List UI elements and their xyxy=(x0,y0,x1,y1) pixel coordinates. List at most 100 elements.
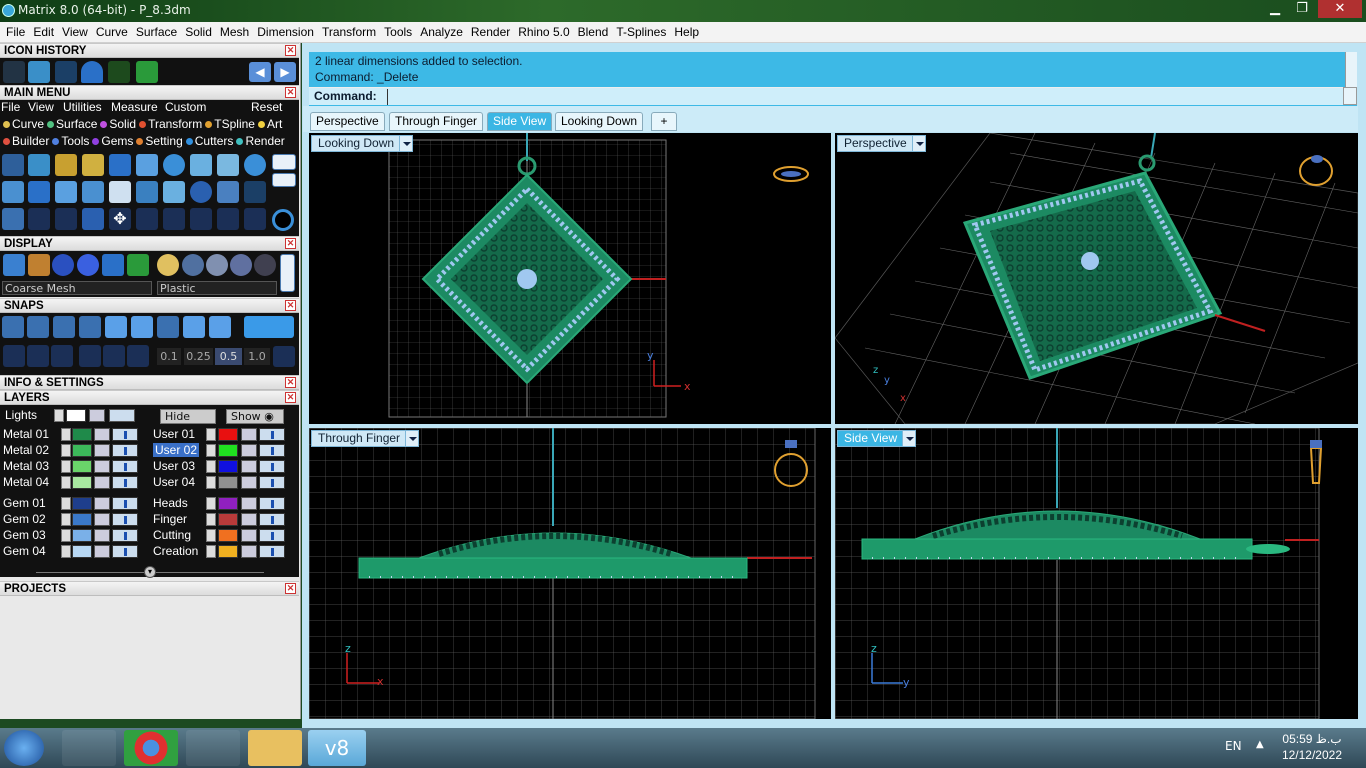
dropdown-arrow-icon[interactable] xyxy=(911,136,925,151)
tab-side-view[interactable]: Side View xyxy=(487,112,553,131)
mm-measure[interactable]: Measure xyxy=(111,100,158,114)
layer-row[interactable]: User 03 xyxy=(153,459,293,474)
visibility-icon[interactable] xyxy=(112,444,138,457)
history-scrollbar[interactable] xyxy=(1345,52,1357,87)
layer-row[interactable]: User 04 xyxy=(153,475,293,490)
layer-color-swatch[interactable] xyxy=(218,460,238,473)
smart-track-icon[interactable] xyxy=(127,345,149,367)
clock[interactable]: 05:59 ب.ظ 12/12/2022 xyxy=(1282,731,1342,763)
matrix-app-icon[interactable]: v8 xyxy=(308,730,366,766)
menu-curve[interactable]: Curve xyxy=(92,25,132,39)
viewport-looking-down[interactable]: y x Looking Down xyxy=(309,133,831,424)
ring-builder-icon[interactable] xyxy=(2,154,24,176)
line-snap-icon[interactable] xyxy=(51,345,73,367)
array-tool-icon[interactable] xyxy=(55,61,77,83)
close-icon[interactable]: ✕ xyxy=(285,300,296,311)
close-icon[interactable]: ✕ xyxy=(285,583,296,594)
environment-icon[interactable] xyxy=(102,254,124,276)
lock-icon[interactable] xyxy=(241,513,257,526)
expand-arrow-icon[interactable] xyxy=(206,497,216,510)
profile-icon[interactable] xyxy=(217,154,239,176)
start-button[interactable] xyxy=(4,730,44,766)
expand-arrow-icon[interactable] xyxy=(61,444,71,457)
cat-art[interactable]: Art xyxy=(255,117,282,131)
quad-snap-icon[interactable] xyxy=(209,316,231,338)
lights-color-swatch[interactable] xyxy=(66,409,86,422)
cutter-icon[interactable] xyxy=(190,154,212,176)
tan-snap-icon[interactable] xyxy=(183,316,205,338)
mesh-select[interactable]: Coarse Mesh xyxy=(2,281,152,295)
visibility-icon[interactable] xyxy=(259,476,285,489)
snap-value-025[interactable]: 0.25 xyxy=(184,348,213,365)
menu-view[interactable]: View xyxy=(58,25,92,39)
lock-icon[interactable] xyxy=(241,444,257,457)
cat-solid[interactable]: Solid xyxy=(97,117,136,131)
boolean-icon[interactable] xyxy=(163,181,185,203)
menu-surface[interactable]: Surface xyxy=(132,25,181,39)
visibility-icon[interactable] xyxy=(112,460,138,473)
visibility-icon[interactable] xyxy=(259,444,285,457)
expand-arrow-icon[interactable] xyxy=(206,545,216,558)
circle-icon[interactable] xyxy=(272,209,294,231)
visibility-icon[interactable] xyxy=(112,513,138,526)
lock-icon[interactable] xyxy=(94,497,110,510)
layer-row[interactable]: Metal 02 xyxy=(3,443,143,458)
project-icon[interactable] xyxy=(103,345,125,367)
viewport-label[interactable]: Perspective xyxy=(837,135,926,152)
expand-arrow-icon[interactable] xyxy=(206,513,216,526)
close-button[interactable]: ✕ xyxy=(1318,0,1362,18)
end-snap-icon[interactable] xyxy=(2,316,24,338)
lock-icon[interactable] xyxy=(241,497,257,510)
viewport-label[interactable]: Through Finger xyxy=(311,430,420,447)
mid-snap-icon[interactable] xyxy=(79,316,101,338)
gem-tool-icon[interactable] xyxy=(81,61,103,83)
chrome-app-icon[interactable] xyxy=(124,730,178,766)
center-snap-icon[interactable] xyxy=(105,316,127,338)
show-button[interactable]: Show ◉ xyxy=(226,409,284,424)
extrude-icon[interactable] xyxy=(136,181,158,203)
cat-tools[interactable]: Tools xyxy=(49,134,89,148)
back-arrow-icon[interactable]: ◀ xyxy=(249,62,271,82)
material-2-icon[interactable] xyxy=(182,254,204,276)
lock-icon[interactable] xyxy=(89,409,105,422)
expand-arrow-icon[interactable] xyxy=(61,428,71,441)
visibility-icon[interactable] xyxy=(259,513,285,526)
layer-row[interactable]: Finger xyxy=(153,512,293,527)
layer-color-swatch[interactable] xyxy=(72,545,92,558)
expand-arrow-icon[interactable] xyxy=(61,513,71,526)
layer-row[interactable]: Gem 04 xyxy=(3,544,143,559)
layer-tool-icon[interactable] xyxy=(136,61,158,83)
table-icon[interactable] xyxy=(217,181,239,203)
document-icon[interactable] xyxy=(109,181,131,203)
paint-app-icon[interactable] xyxy=(62,730,116,766)
ortho-toggle-icon[interactable] xyxy=(244,316,294,338)
mm-view[interactable]: View xyxy=(28,100,54,114)
expand-arrow-icon[interactable] xyxy=(54,409,64,422)
lock-icon[interactable] xyxy=(94,513,110,526)
menu-tsplines[interactable]: T-Splines xyxy=(612,25,670,39)
visibility-icon[interactable] xyxy=(112,428,138,441)
command-scroll-arrows[interactable] xyxy=(1343,87,1357,105)
visibility-icon[interactable] xyxy=(112,497,138,510)
cat-cutters[interactable]: Cutters xyxy=(183,134,233,148)
close-icon[interactable]: ✕ xyxy=(285,392,296,403)
cat-render[interactable]: Render xyxy=(233,134,285,148)
material-4-icon[interactable] xyxy=(230,254,252,276)
layer-color-swatch[interactable] xyxy=(72,529,92,542)
panel-small-icon[interactable] xyxy=(272,173,296,187)
bezel-icon[interactable] xyxy=(109,154,131,176)
lock-icon[interactable] xyxy=(241,529,257,542)
gold-material-icon[interactable] xyxy=(157,254,179,276)
lock-icon[interactable] xyxy=(94,545,110,558)
intersection-snap-icon[interactable] xyxy=(131,316,153,338)
move-icon[interactable]: ✥ xyxy=(109,208,131,230)
crosshair-icon[interactable] xyxy=(273,346,295,367)
viewport-through-finger[interactable]: z x Through Finger xyxy=(309,428,831,719)
bulb-icon[interactable] xyxy=(109,409,135,422)
close-icon[interactable]: ✕ xyxy=(285,45,296,56)
scale-icon[interactable] xyxy=(136,208,158,230)
cat-surface[interactable]: Surface xyxy=(44,117,97,131)
layer-color-swatch[interactable] xyxy=(218,513,238,526)
prong-icon[interactable] xyxy=(82,154,104,176)
panel-toggle-icon[interactable] xyxy=(272,154,296,170)
